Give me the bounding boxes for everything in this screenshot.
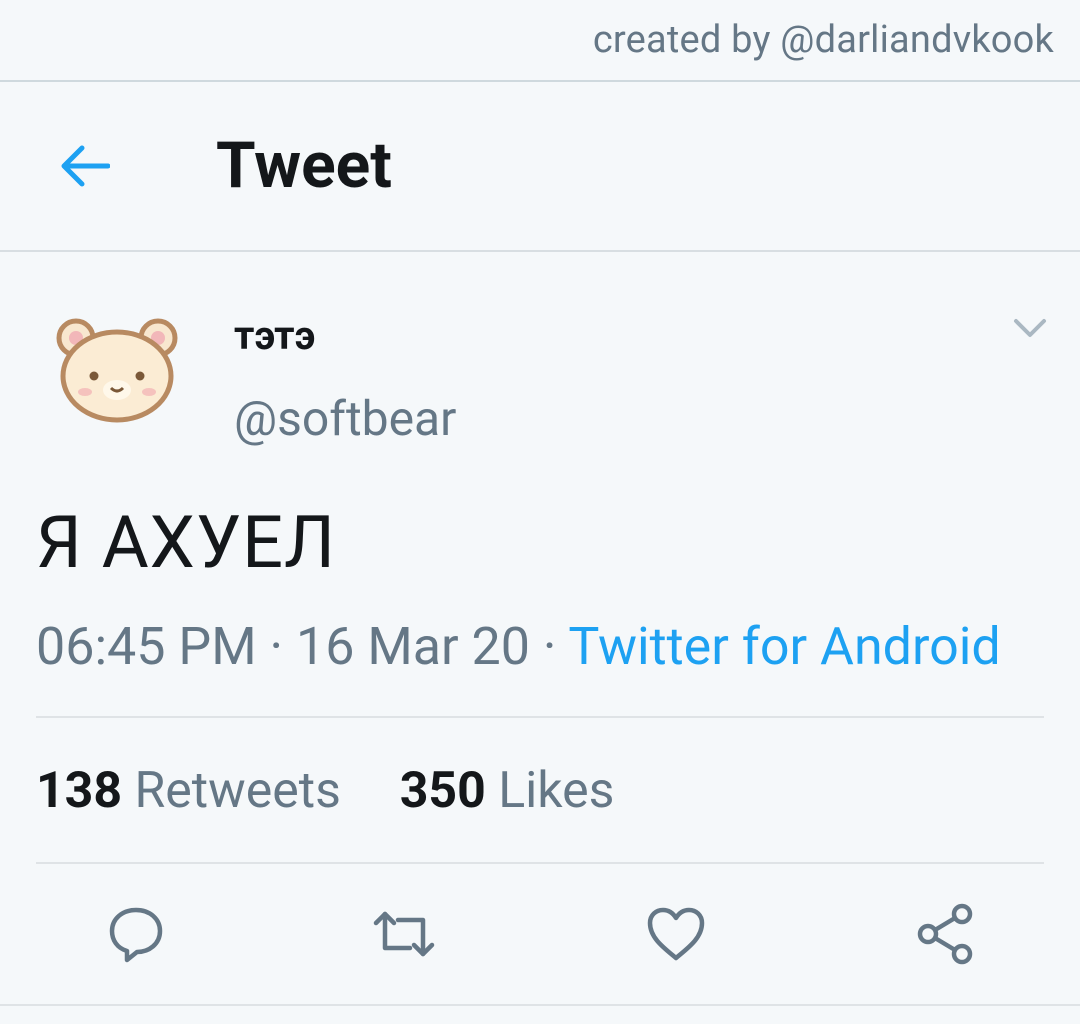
likes-label: Likes <box>498 762 615 820</box>
reply-button[interactable] <box>104 902 168 966</box>
retweet-button[interactable] <box>372 902 436 966</box>
likes-stat[interactable]: 350 Likes <box>400 762 615 820</box>
page-title: Tweet <box>216 128 392 203</box>
tweet-source-link[interactable]: Twitter for Android <box>568 616 1000 677</box>
author-name[interactable]: тэтэ <box>234 312 315 359</box>
tweet-date: 16 Mar 20 <box>295 616 530 677</box>
author-handle[interactable]: @softbear <box>234 390 456 447</box>
chevron-down-icon <box>1014 319 1046 337</box>
like-button[interactable] <box>644 902 708 966</box>
tweet-text: Я АХУЕЛ <box>36 500 336 585</box>
credit-bar: created by @darliandvkook <box>0 0 1080 82</box>
divider <box>36 862 1044 864</box>
avatar[interactable] <box>54 314 180 424</box>
back-button[interactable] <box>52 138 116 194</box>
retweet-icon <box>373 911 435 957</box>
heart-icon <box>647 907 705 961</box>
bear-face-icon <box>56 318 178 423</box>
retweets-count: 138 <box>36 762 123 820</box>
tweet-meta: 06:45 PM · 16 Mar 20 · Twitter for Andro… <box>36 616 1001 677</box>
share-icon <box>917 903 973 965</box>
meta-separator: · <box>256 616 296 677</box>
app-bar: Tweet <box>0 82 1080 252</box>
arrow-left-icon <box>61 145 110 187</box>
divider <box>36 716 1044 718</box>
reply-icon <box>109 907 163 963</box>
tweet-stats: 138 Retweets 350 Likes <box>36 762 614 820</box>
credit-text: created by @darliandvkook <box>592 18 1054 62</box>
tweet-time: 06:45 PM <box>36 616 257 677</box>
retweets-stat[interactable]: 138 Retweets <box>36 762 341 820</box>
divider <box>0 1004 1080 1006</box>
likes-count: 350 <box>399 762 486 820</box>
share-button[interactable] <box>914 902 978 966</box>
more-options-button[interactable] <box>1010 312 1050 344</box>
retweets-label: Retweets <box>134 762 341 820</box>
meta-separator: · <box>529 616 569 677</box>
